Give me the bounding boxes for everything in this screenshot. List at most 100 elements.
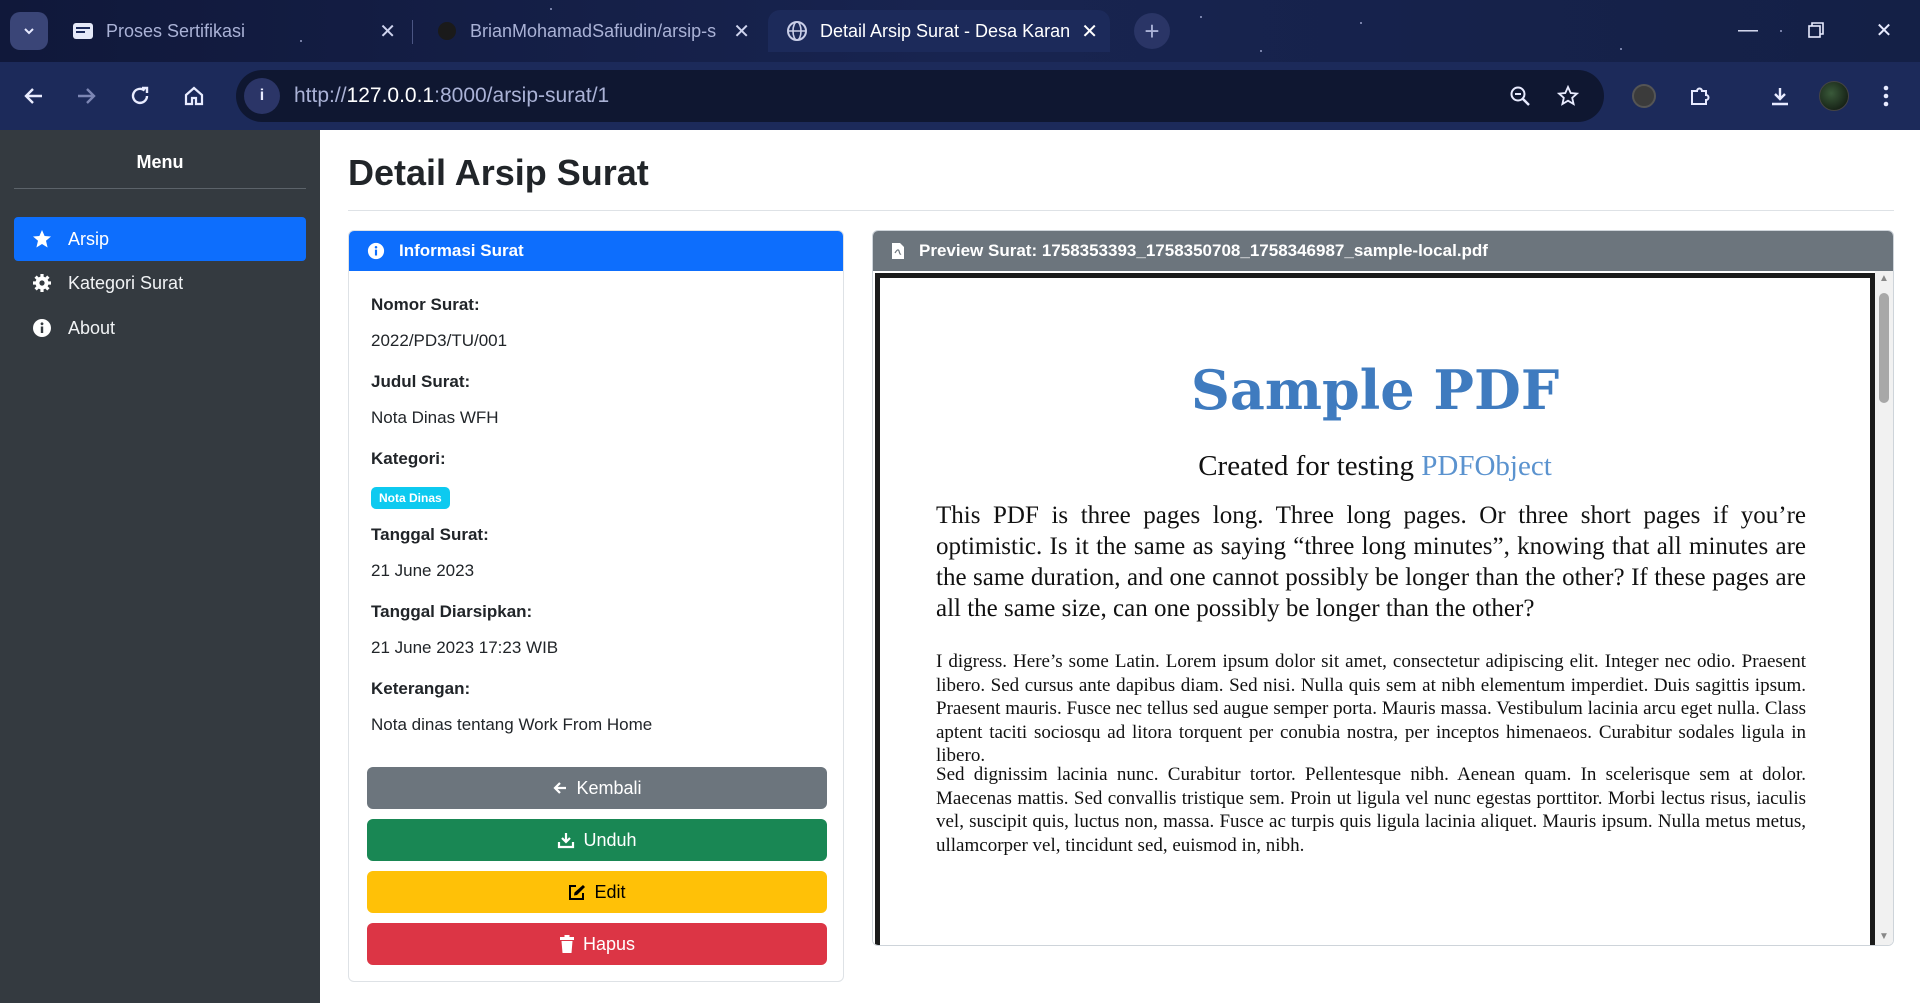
pdf-file-icon: [891, 242, 905, 260]
restore-icon: [1808, 22, 1824, 38]
sidebar-item-label: Kategori Surat: [68, 272, 184, 293]
close-icon[interactable]: ✕: [379, 19, 396, 44]
restore-button[interactable]: [1796, 12, 1836, 48]
sidebar-title: Menu: [136, 152, 184, 172]
tanggal-diarsipkan-value: 21 June 2023 17:23 WIB: [371, 638, 559, 657]
star-icon: [30, 229, 54, 249]
sidebar-item-label: About: [68, 317, 116, 338]
title-divider: [348, 210, 1894, 211]
arrow-left-icon: [552, 780, 568, 796]
back-button[interactable]: [14, 76, 54, 116]
page-content: Menu Arsip Kategori Surat About Detail A…: [0, 130, 1920, 1003]
pdf-scrollbar[interactable]: ▲ ▼: [1875, 271, 1893, 945]
edit-button-label: Edit: [594, 881, 626, 902]
back-button-label: Kembali: [576, 777, 642, 798]
github-icon: [436, 20, 458, 42]
sidebar-item-kategori-surat[interactable]: Kategori Surat: [14, 261, 306, 305]
page-title: Detail Arsip Surat: [348, 152, 649, 193]
kategori-badge: Nota Dinas: [371, 487, 450, 509]
close-icon: ✕: [1875, 19, 1893, 42]
tab-detail-arsip[interactable]: Detail Arsip Surat - Desa Karang ✕: [768, 10, 1110, 52]
preview-card-header: Preview Surat: 1758353393_1758350708_175…: [873, 231, 1893, 271]
tab-title: Proses Sertifikasi: [106, 20, 246, 41]
tab-title: Detail Arsip Surat - Desa Karang: [820, 20, 1070, 41]
close-icon[interactable]: ✕: [733, 19, 750, 44]
scroll-down-arrow-icon[interactable]: ▼: [1878, 931, 1890, 945]
preview-card: Preview Surat: 1758353393_1758350708_175…: [872, 230, 1894, 946]
delete-button[interactable]: Hapus: [367, 923, 827, 965]
download-button-label: Unduh: [583, 829, 637, 850]
tab-github[interactable]: BrianMohamadSafiudin/arsip-s ✕: [436, 10, 750, 52]
minimize-button[interactable]: —: [1728, 12, 1768, 48]
judul-surat-value: Nota Dinas WFH: [371, 408, 499, 427]
avatar: [1819, 81, 1849, 111]
downloads-button[interactable]: [1760, 76, 1800, 116]
info-card: Informasi Surat Nomor Surat: 2022/PD3/TU…: [348, 230, 844, 982]
sidebar-divider: [14, 188, 306, 189]
sidebar-item-label: Arsip: [68, 228, 110, 249]
delete-button-label: Hapus: [582, 933, 636, 954]
globe-icon: [786, 20, 808, 42]
edit-button[interactable]: Edit: [367, 871, 827, 913]
pdf-title: Sample PDF: [1190, 358, 1560, 422]
page-icon: [72, 20, 94, 42]
judul-surat-label: Judul Surat:: [371, 372, 471, 391]
kategori-label: Kategori:: [371, 449, 446, 468]
new-tab-button[interactable]: +: [1134, 13, 1170, 49]
scrollbar-thumb[interactable]: [1879, 293, 1889, 403]
extension-circle-icon: [1632, 84, 1656, 108]
sidebar: Menu Arsip Kategori Surat About: [0, 130, 320, 1003]
minimize-icon: —: [1738, 18, 1758, 41]
address-bar[interactable]: i http://127.0.0.1:8000/arsip-surat/1: [236, 70, 1604, 122]
url-text: http://127.0.0.1:8000/arsip-surat/1: [294, 84, 610, 107]
keterangan-label: Keterangan:: [371, 679, 471, 698]
forward-button[interactable]: [66, 76, 106, 116]
reload-button[interactable]: [120, 76, 160, 116]
puzzle-icon: [1691, 87, 1710, 105]
extension-button[interactable]: [1624, 76, 1664, 116]
gear-icon: [30, 273, 54, 293]
bookmark-star-icon[interactable]: [1550, 78, 1586, 114]
zoom-icon[interactable]: [1502, 78, 1538, 114]
home-icon: [184, 86, 204, 106]
pdf-paragraph-3: Sed dignissim lacinia nunc. Curabitur to…: [936, 764, 1806, 856]
pdf-page: Sample PDF Created for testing PDFObject…: [875, 273, 1875, 945]
tab-divider: [412, 20, 413, 44]
info-card-header: Informasi Surat: [349, 231, 843, 271]
info-icon: [367, 242, 385, 260]
download-button[interactable]: Unduh: [367, 819, 827, 861]
info-card-title: Informasi Surat: [399, 241, 524, 260]
arrow-right-icon: [78, 88, 96, 104]
tanggal-surat-label: Tanggal Surat:: [371, 525, 489, 544]
tab-title: BrianMohamadSafiudin/arsip-s: [470, 20, 717, 41]
pdfobject-link[interactable]: PDFObject: [1421, 450, 1552, 482]
pdf-paragraph-1: This PDF is three pages long. Three long…: [936, 502, 1806, 622]
download-icon: [557, 831, 575, 849]
keterangan-value: Nota dinas tentang Work From Home: [371, 715, 653, 734]
close-window-button[interactable]: ✕: [1864, 12, 1904, 48]
edit-icon: [568, 883, 586, 901]
sidebar-item-about[interactable]: About: [14, 306, 306, 350]
close-icon[interactable]: ✕: [1081, 19, 1098, 44]
back-button[interactable]: Kembali: [367, 767, 827, 809]
kebab-menu-icon: [1883, 85, 1889, 107]
arrow-left-icon: [24, 88, 42, 104]
pdf-viewer[interactable]: Sample PDF Created for testing PDFObject…: [873, 271, 1893, 945]
browser-menu-button[interactable]: [1866, 76, 1906, 116]
nomor-surat-label: Nomor Surat:: [371, 295, 480, 314]
home-button[interactable]: [174, 76, 214, 116]
pdf-subtitle: Created for testing PDFObject: [1198, 450, 1552, 482]
sidebar-item-arsip[interactable]: Arsip: [14, 217, 306, 261]
nomor-surat-value: 2022/PD3/TU/001: [371, 331, 508, 350]
scroll-up-arrow-icon[interactable]: ▲: [1878, 273, 1890, 287]
info-icon: [30, 318, 54, 338]
site-info-icon[interactable]: i: [244, 78, 280, 114]
trash-icon: [559, 935, 575, 953]
profile-button[interactable]: [1814, 76, 1854, 116]
browser-tab-strip: Proses Sertifikasi ✕ BrianMohamadSafiudi…: [0, 0, 1920, 62]
download-icon: [1772, 88, 1788, 106]
extensions-button[interactable]: [1680, 76, 1720, 116]
tab-proses-sertifikasi[interactable]: Proses Sertifikasi ✕: [72, 10, 396, 52]
tab-search-button[interactable]: [10, 12, 48, 50]
chevron-down-icon: [24, 28, 34, 35]
